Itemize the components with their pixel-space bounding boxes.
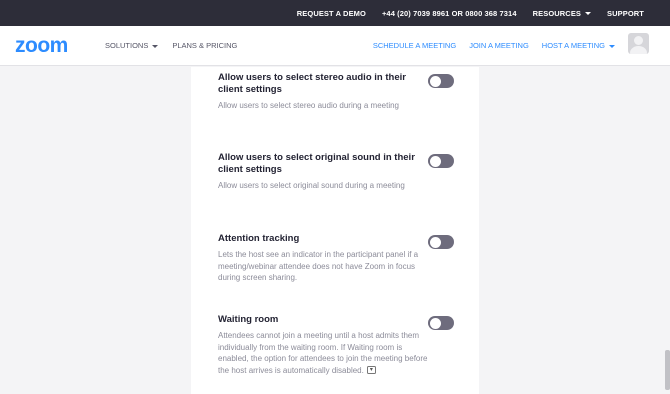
host-meeting-label: HOST A MEETING xyxy=(541,41,605,50)
resources-label: RESOURCES xyxy=(532,8,582,18)
settings-panel: Allow users to select stereo audio in th… xyxy=(191,67,479,394)
request-demo-link[interactable]: REQUEST A DEMO xyxy=(297,9,366,18)
schedule-meeting-link[interactable]: SCHEDULE A MEETING xyxy=(373,41,456,50)
attention-tracking-toggle[interactable] xyxy=(428,235,454,249)
stereo-audio-toggle[interactable] xyxy=(428,74,454,88)
host-meeting-menu[interactable]: HOST A MEETING xyxy=(542,41,615,50)
setting-description: Allow users to select stereo audio durin… xyxy=(218,101,399,110)
join-meeting-link[interactable]: JOIN A MEETING xyxy=(469,41,529,50)
original-sound-toggle[interactable] xyxy=(428,154,454,168)
solutions-label: SOLUTIONS xyxy=(105,41,149,50)
nav-right-links: SCHEDULE A MEETING JOIN A MEETING HOST A… xyxy=(360,41,615,50)
resources-menu[interactable]: RESOURCES xyxy=(532,8,592,18)
setting-description-text: Attendees cannot join a meeting until a … xyxy=(218,331,428,375)
setting-attention-tracking: Attention tracking Lets the host see an … xyxy=(218,233,433,284)
top-utility-bar: REQUEST A DEMO +44 (20) 7039 8961 OR 080… xyxy=(0,0,670,26)
info-tooltip-icon[interactable]: ▾ xyxy=(366,366,376,375)
setting-description: Allow users to select original sound dur… xyxy=(218,181,405,190)
setting-title: Allow users to select original sound in … xyxy=(218,152,415,175)
toggle-knob xyxy=(429,317,441,329)
setting-stereo-audio: Allow users to select stereo audio in th… xyxy=(218,72,433,112)
main-navbar: zoom SOLUTIONS PLANS & PRICING SCHEDULE … xyxy=(0,26,670,66)
setting-description: Lets the host see an indicator in the pa… xyxy=(218,250,419,282)
setting-description: Attendees cannot join a meeting until a … xyxy=(218,330,433,376)
avatar-head-shape xyxy=(634,36,643,45)
setting-original-sound: Allow users to select original sound in … xyxy=(218,152,433,192)
setting-title: Attention tracking xyxy=(218,233,300,244)
chevron-down-icon xyxy=(152,44,159,48)
support-link[interactable]: SUPPORT xyxy=(607,9,644,18)
setting-title: Waiting room xyxy=(218,314,279,325)
toggle-knob xyxy=(429,236,441,248)
toggle-knob xyxy=(429,155,441,167)
toggle-knob xyxy=(429,75,441,87)
plans-pricing-link[interactable]: PLANS & PRICING xyxy=(172,41,237,50)
zoom-logo[interactable]: zoom xyxy=(15,34,68,58)
chevron-down-icon xyxy=(609,44,615,48)
user-avatar[interactable] xyxy=(628,33,649,54)
phone-number-link[interactable]: +44 (20) 7039 8961 OR 0800 368 7314 xyxy=(382,9,517,18)
setting-title: Allow users to select stereo audio in th… xyxy=(218,72,406,95)
waiting-room-toggle[interactable] xyxy=(428,316,454,330)
page-scrollbar[interactable] xyxy=(665,350,670,390)
chevron-down-icon xyxy=(585,12,592,16)
nav-left-links: SOLUTIONS PLANS & PRICING xyxy=(105,41,251,50)
solutions-menu[interactable]: SOLUTIONS xyxy=(105,41,159,50)
avatar-body-shape xyxy=(630,46,647,54)
setting-waiting-room: Waiting room Attendees cannot join a mee… xyxy=(218,314,433,376)
